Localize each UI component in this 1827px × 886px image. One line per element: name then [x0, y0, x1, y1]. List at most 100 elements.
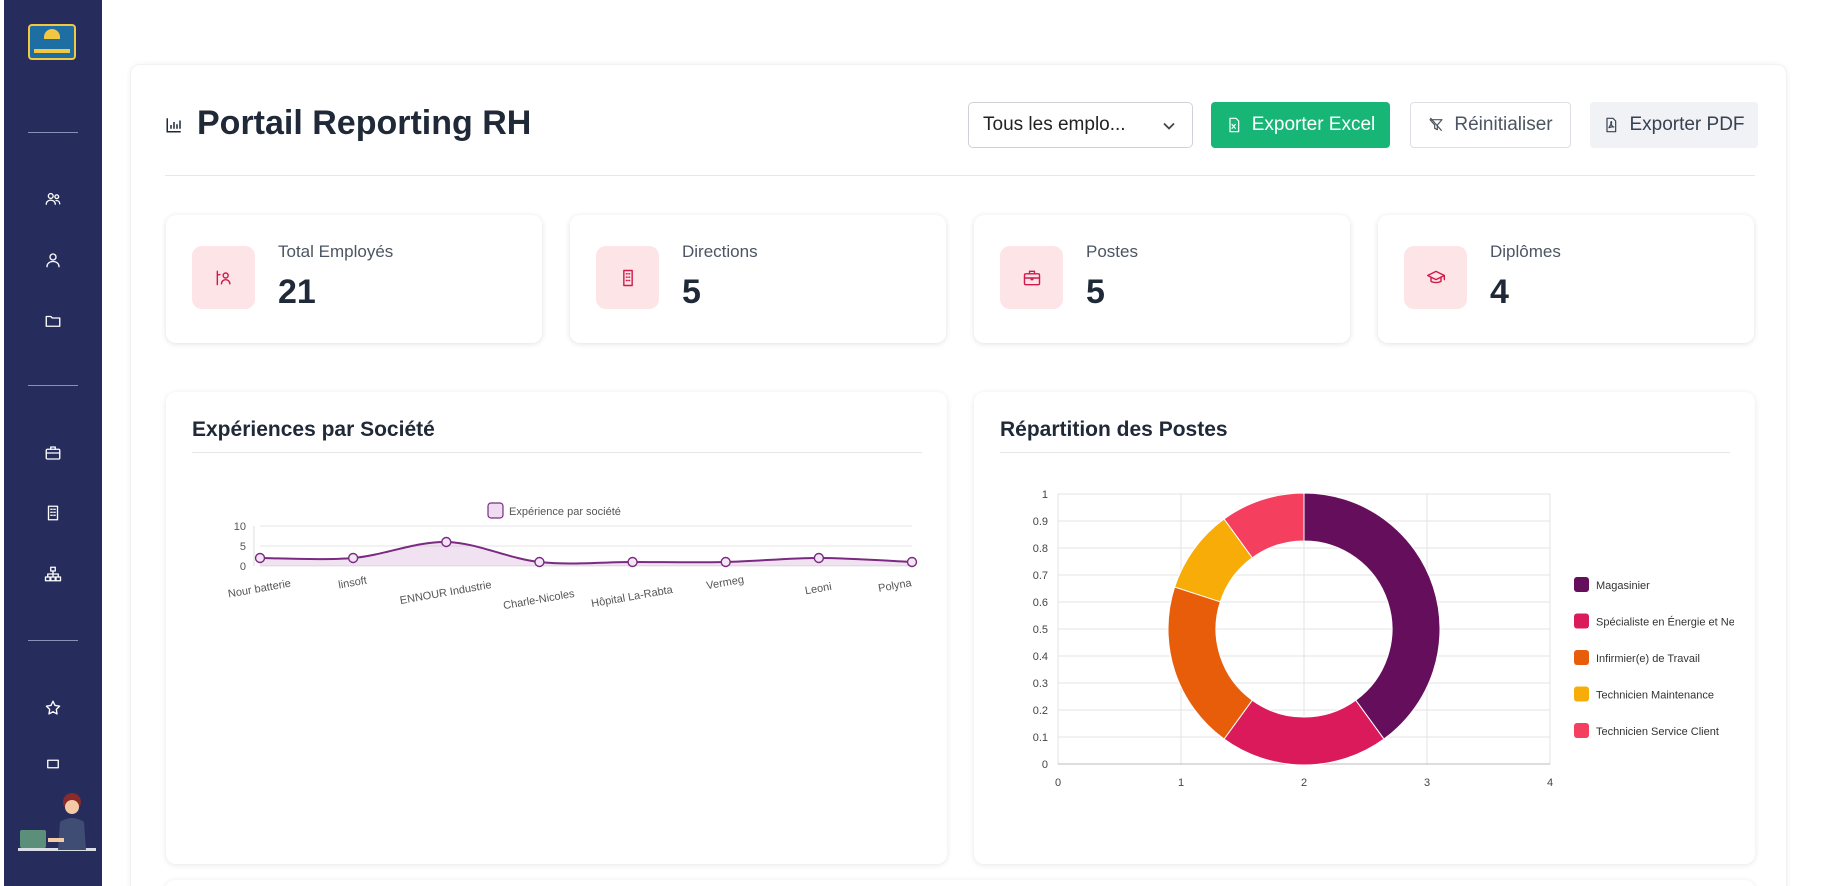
x-tick-label: 1 — [1178, 777, 1184, 789]
sidebar-item-users[interactable] — [42, 188, 64, 210]
org-chart-icon — [44, 566, 62, 582]
x-tick-label: Charle-Nicoles — [502, 588, 576, 612]
y-tick-label: 5 — [240, 541, 246, 553]
graduation-cap-icon — [1426, 270, 1445, 283]
y-tick-label: 0 — [240, 561, 246, 573]
y-tick-label: 0.4 — [1033, 651, 1048, 663]
employees-icon — [216, 270, 231, 285]
sidebar-item-postes[interactable] — [42, 442, 64, 464]
sidebar-divider — [28, 132, 78, 133]
building-icon-wrapper — [596, 246, 659, 309]
chevron-down-icon — [1162, 117, 1176, 131]
y-tick-label: 0.3 — [1033, 678, 1048, 690]
postes-chart-card: Répartition des Postes 0 0.1 0.2 0.3 0.4 0.5 0… — [974, 392, 1755, 864]
stat-value: 5 — [682, 273, 701, 311]
employee-filter-select[interactable]: Tous les emplo... — [968, 102, 1193, 148]
y-tick-label: 10 — [234, 521, 246, 533]
y-tick-label: 0.9 — [1033, 516, 1048, 528]
stat-card-diplomes: Diplômes 4 — [1378, 215, 1754, 343]
y-tick-label: 0.1 — [1033, 732, 1048, 744]
bar-chart-icon — [165, 116, 183, 134]
legend-label: Technicien Service Client — [1596, 726, 1719, 738]
sidebar-item-favorites[interactable] — [42, 697, 64, 719]
export-pdf-button[interactable]: Exporter PDF — [1590, 102, 1758, 148]
data-point — [347, 552, 359, 564]
x-tick-label: ENNOUR Industrie — [399, 579, 493, 607]
data-point — [534, 556, 545, 568]
donut-chart: 0 0.1 0.2 0.3 0.4 0.5 0.6 0.7 0.8 0.9 1 0 1 2 3 4 Magasi… — [1033, 489, 1735, 789]
sidebar-item-directions[interactable] — [42, 502, 64, 524]
legend-label: Technicien Maintenance — [1596, 690, 1714, 702]
data-point — [627, 556, 638, 568]
sidebar — [4, 0, 102, 886]
legend-swatch — [487, 502, 504, 519]
legend-label: Spécialiste en Énergie et Ne — [1596, 616, 1735, 629]
data-point — [720, 556, 731, 568]
briefcase-icon — [1023, 270, 1040, 285]
x-tick-label: Nour batterie — [227, 578, 292, 601]
data-point — [441, 536, 452, 548]
y-tick-label: 0.5 — [1033, 624, 1048, 636]
y-tick-label: 0.6 — [1033, 597, 1048, 609]
stat-label: Diplômes — [1490, 242, 1561, 261]
x-tick-label: Hôpital La-Rabta — [590, 584, 674, 610]
stat-label: Total Employés — [278, 242, 394, 261]
y-tick-label: 0 — [1042, 759, 1048, 771]
x-tick-label: Polyna — [877, 577, 913, 595]
legend-swatch — [1574, 577, 1589, 592]
pdf-file-icon — [1606, 117, 1617, 133]
briefcase-icon — [45, 446, 61, 460]
experiences-chart-card: Expériences par Société Expérience par s… — [166, 392, 947, 864]
sidebar-item-bookmark[interactable] — [42, 756, 64, 778]
y-tick-label: 0.2 — [1033, 705, 1048, 717]
user-icon — [46, 253, 60, 268]
data-point — [906, 556, 918, 568]
legend-swatch — [1574, 650, 1589, 665]
legend-label: Expérience par société — [509, 506, 621, 518]
reset-button[interactable]: Réinitialiser — [1410, 102, 1571, 148]
data-point — [254, 552, 266, 564]
line-chart: Expérience par société 0 5 10 Nour batterie l… — [227, 502, 918, 612]
employee-filter-value: Tous les emplo... — [983, 114, 1126, 135]
building-icon — [622, 269, 633, 286]
export-excel-button[interactable]: Exporter Excel — [1211, 102, 1390, 148]
data-point — [813, 552, 825, 564]
excel-file-icon — [1229, 117, 1239, 133]
y-tick-label: 0.8 — [1033, 543, 1048, 555]
sidebar-item-organigramme[interactable] — [42, 563, 64, 585]
x-tick-label: 3 — [1424, 777, 1430, 789]
reset-label: Réinitialiser — [1454, 114, 1553, 135]
company-logo[interactable] — [28, 24, 76, 60]
pie-slice — [1303, 492, 1441, 740]
legend-label: Infirmier(e) de Travail — [1596, 653, 1700, 665]
filter-off-icon — [1429, 117, 1443, 131]
next-section-card — [165, 880, 1755, 886]
x-tick-label: Leoni — [804, 581, 833, 597]
legend-swatch — [1574, 686, 1589, 702]
stat-label: Postes — [1086, 242, 1138, 261]
sidebar-item-user[interactable] — [42, 249, 64, 271]
stat-value: 5 — [1086, 273, 1105, 311]
export-pdf-label: Exporter PDF — [1629, 114, 1745, 135]
export-excel-label: Exporter Excel — [1251, 114, 1376, 135]
sidebar-item-folder[interactable] — [42, 310, 64, 332]
briefcase-icon-wrapper — [1000, 246, 1063, 309]
bookmark-icon — [47, 759, 59, 769]
sidebar-divider — [28, 640, 78, 641]
avatar — [18, 793, 96, 851]
x-tick-label: 0 — [1055, 777, 1061, 789]
x-tick-label: 2 — [1301, 777, 1307, 789]
legend-label: Magasinier — [1596, 580, 1650, 592]
users-icon — [45, 192, 61, 205]
stat-value: 4 — [1490, 273, 1509, 311]
x-tick-label: linsoft — [337, 575, 367, 592]
legend-swatch — [1574, 723, 1589, 738]
stat-card-postes: Postes 5 — [974, 215, 1350, 343]
x-tick-label: 4 — [1547, 777, 1553, 789]
x-tick-label: Vermeg — [705, 574, 744, 592]
page-title: Portail Reporting RH — [197, 104, 532, 142]
y-tick-label: 0.7 — [1033, 570, 1048, 582]
sidebar-divider — [28, 385, 78, 386]
stat-card-directions: Directions 5 — [570, 215, 946, 343]
graduation-cap-icon-wrapper — [1404, 246, 1467, 309]
